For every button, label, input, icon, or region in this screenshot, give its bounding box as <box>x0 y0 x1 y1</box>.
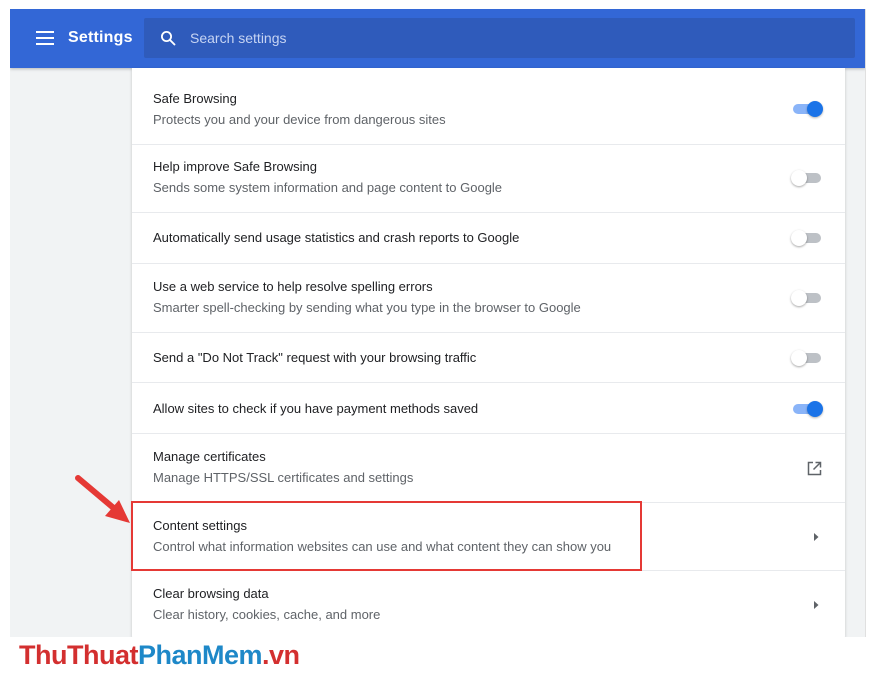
spelling-service-toggle[interactable] <box>791 290 823 306</box>
setting-subtitle: Manage HTTPS/SSL certificates and settin… <box>153 470 414 485</box>
search-icon <box>161 31 176 46</box>
setting-row-clear-browsing-data[interactable]: Clear browsing data Clear history, cooki… <box>132 570 845 637</box>
chevron-right-icon[interactable] <box>812 600 820 610</box>
setting-title: Safe Browsing <box>153 91 237 106</box>
setting-subtitle: Smarter spell-checking by sending what y… <box>153 300 581 315</box>
setting-subtitle: Clear history, cookies, cache, and more <box>153 607 381 622</box>
setting-title: Allow sites to check if you have payment… <box>153 401 479 416</box>
setting-row-safe-browsing[interactable]: Safe Browsing Protects you and your devi… <box>132 68 845 144</box>
setting-row-payment-methods[interactable]: Allow sites to check if you have payment… <box>132 382 845 433</box>
setting-subtitle: Sends some system information and page c… <box>153 180 503 195</box>
red-pointer-arrow-icon <box>75 475 130 523</box>
site-watermark: ThuThuatPhanMem.vn <box>19 640 300 671</box>
page-title: Settings <box>68 29 133 46</box>
search-box[interactable] <box>144 18 855 58</box>
setting-title: Automatically send usage statistics and … <box>153 230 520 245</box>
hamburger-menu-icon[interactable] <box>36 31 54 45</box>
payment-methods-toggle[interactable] <box>791 401 823 417</box>
search-input[interactable] <box>190 27 790 49</box>
setting-row-do-not-track[interactable]: Send a "Do Not Track" request with your … <box>132 332 845 382</box>
usage-statistics-toggle[interactable] <box>791 230 823 246</box>
safe-browsing-toggle[interactable] <box>791 101 823 117</box>
top-toolbar: Settings <box>10 9 865 68</box>
chevron-right-icon[interactable] <box>812 532 820 542</box>
do-not-track-toggle[interactable] <box>791 350 823 366</box>
setting-row-spelling-service[interactable]: Use a web service to help resolve spelli… <box>132 263 845 332</box>
setting-title: Send a "Do Not Track" request with your … <box>153 350 477 365</box>
watermark-part-3: .vn <box>262 640 300 670</box>
setting-row-help-improve-safe-browsing[interactable]: Help improve Safe Browsing Sends some sy… <box>132 144 845 212</box>
watermark-part-2: PhanMem <box>137 640 263 670</box>
setting-row-manage-certificates[interactable]: Manage certificates Manage HTTPS/SSL cer… <box>132 433 845 502</box>
external-link-icon[interactable] <box>806 460 823 477</box>
help-improve-safe-browsing-toggle[interactable] <box>791 170 823 186</box>
setting-title: Help improve Safe Browsing <box>153 159 318 174</box>
setting-title: Use a web service to help resolve spelli… <box>153 279 433 294</box>
watermark-part-1: ThuThuat <box>19 640 138 670</box>
setting-title: Manage certificates <box>153 449 266 464</box>
setting-subtitle: Protects you and your device from danger… <box>153 112 446 127</box>
setting-row-usage-statistics[interactable]: Automatically send usage statistics and … <box>132 212 845 263</box>
setting-title: Clear browsing data <box>153 586 269 601</box>
content-settings-highlight-box <box>131 501 642 571</box>
